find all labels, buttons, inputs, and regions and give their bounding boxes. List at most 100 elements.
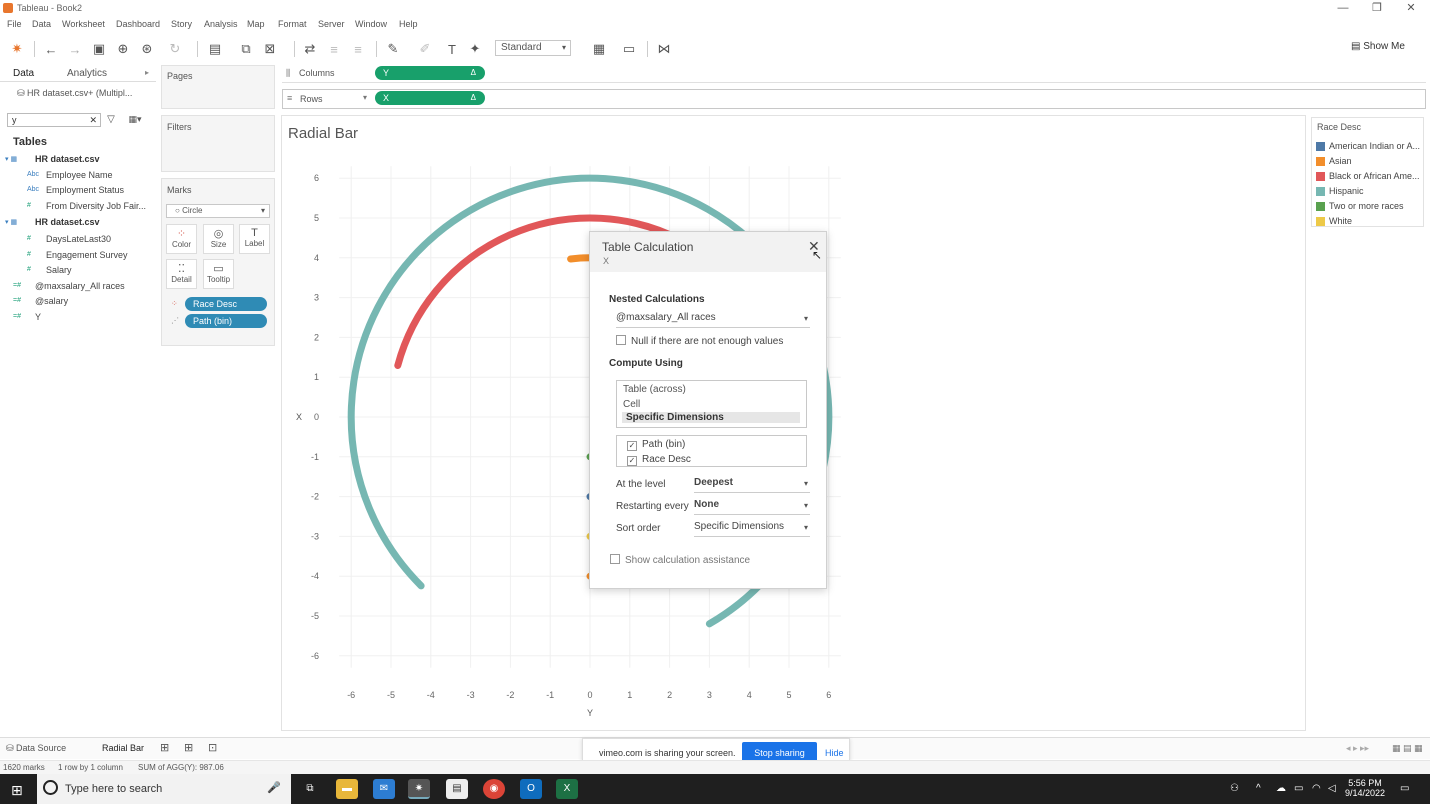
field-item[interactable]: =# Y — [0, 310, 156, 325]
notepad-icon[interactable]: ▤ — [446, 779, 468, 799]
legend-item[interactable]: Black or African Ame... — [1316, 170, 1422, 184]
minimize-button[interactable]: — — [1328, 1, 1358, 15]
outlook-icon[interactable]: O — [520, 779, 542, 799]
share-icon[interactable]: ⋈ — [655, 40, 673, 58]
menu-map[interactable]: Map — [247, 19, 265, 29]
windows-start-icon[interactable]: ⊞ — [11, 782, 23, 799]
pages-card[interactable]: Pages — [161, 65, 275, 109]
tab-data[interactable]: Data — [13, 68, 34, 79]
new-dashboard-tab-icon[interactable]: ⊞ — [184, 741, 193, 754]
microphone-icon[interactable]: 🎤 — [267, 781, 281, 794]
tab-navigation-icons[interactable]: ◂ ▸ ▸▸ — [1346, 743, 1369, 754]
field-search-input[interactable]: y ✕ — [7, 113, 101, 127]
save-icon[interactable]: ▣ — [90, 40, 108, 58]
fit-select[interactable]: Standard ▾ — [495, 40, 571, 56]
wifi-icon[interactable]: ◠ — [1312, 783, 1321, 794]
menu-dashboard[interactable]: Dashboard — [116, 19, 160, 29]
presentation-mode-icon[interactable]: ▭ — [620, 40, 638, 58]
chrome-icon[interactable]: ◉ — [483, 779, 505, 799]
new-worksheet-icon[interactable]: ▤ — [206, 40, 224, 58]
network-icon[interactable]: ☁ — [1276, 783, 1286, 794]
dimension-path-bin-checkbox[interactable]: ✓ Path (bin) — [627, 439, 685, 451]
menu-window[interactable]: Window — [355, 19, 387, 29]
sort-ascending-icon[interactable]: ≡ — [325, 40, 343, 58]
color-button[interactable]: ⁘ Color — [166, 224, 197, 254]
field-item[interactable]: =# @maxsalary_All races — [0, 279, 156, 294]
taskbar-search[interactable]: Type here to search 🎤 — [37, 774, 291, 804]
columns-y-pill[interactable]: Y Δ — [375, 66, 485, 80]
redo-icon[interactable]: → — [66, 40, 84, 58]
new-story-tab-icon[interactable]: ⊡ — [208, 741, 217, 754]
menu-format[interactable]: Format — [278, 19, 307, 29]
field-item[interactable]: # From Diversity Job Fair... — [0, 199, 156, 214]
new-worksheet-tab-icon[interactable]: ⊞ — [160, 741, 169, 754]
at-level-select[interactable]: Deepest ▾ — [694, 477, 810, 493]
fix-axes-icon[interactable]: ✦ — [466, 40, 484, 58]
label-button[interactable]: T Label — [239, 224, 270, 254]
menu-analysis[interactable]: Analysis — [204, 19, 238, 29]
menu-data[interactable]: Data — [32, 19, 51, 29]
table-node[interactable]: ▾ ▦ HR dataset.csv — [0, 152, 156, 167]
field-item[interactable]: # Salary — [0, 263, 156, 278]
file-explorer-icon[interactable]: ▬ — [336, 779, 358, 799]
field-item[interactable]: =# @salary — [0, 294, 156, 309]
clear-sheet-icon[interactable]: ⊠ — [261, 40, 279, 58]
menu-story[interactable]: Story — [171, 19, 192, 29]
menu-worksheet[interactable]: Worksheet — [62, 19, 105, 29]
legend-item[interactable]: Hispanic — [1316, 185, 1422, 199]
field-item[interactable]: Abc Employment Status — [0, 183, 156, 198]
mail-icon[interactable]: ✉ — [373, 779, 395, 799]
detail-button[interactable]: ⁚⁚ Detail — [166, 259, 197, 289]
excel-icon[interactable]: X — [556, 779, 578, 799]
legend-item[interactable]: Asian — [1316, 155, 1422, 169]
battery-icon[interactable]: ▭ — [1294, 783, 1303, 794]
view-toggle-icons[interactable]: ▦ ▤ ▦ — [1392, 743, 1423, 754]
rows-x-pill[interactable]: X Δ — [375, 91, 485, 105]
restore-button[interactable]: ❐ — [1362, 1, 1392, 15]
null-checkbox[interactable]: Null if there are not enough values — [616, 335, 783, 347]
field-item[interactable]: # Engagement Survey — [0, 248, 156, 263]
task-view-icon[interactable]: ⧉ — [299, 779, 321, 799]
table-node[interactable]: ▾ ▦ HR dataset.csv — [0, 215, 156, 230]
tableau-logo-icon[interactable]: ✷ — [8, 40, 26, 58]
hide-share-button[interactable]: Hide — [825, 748, 844, 758]
clear-search-icon[interactable]: ✕ — [89, 114, 97, 126]
field-item[interactable]: Abc Employee Name — [0, 168, 156, 183]
compute-option-cell[interactable]: Cell — [623, 399, 640, 410]
view-options-icon[interactable]: ▦▾ — [124, 112, 146, 126]
show-mark-labels-icon[interactable]: T — [443, 40, 461, 58]
tab-analytics[interactable]: Analytics — [67, 68, 107, 79]
show-cards-icon[interactable]: ▦ — [590, 40, 608, 58]
show-calculation-assistance-checkbox[interactable]: Show calculation assistance — [610, 554, 750, 566]
filters-card[interactable]: Filters — [161, 115, 275, 172]
people-icon[interactable]: ⚇ — [1230, 783, 1239, 794]
refresh-icon[interactable]: ↻ — [166, 40, 184, 58]
tableau-taskbar-icon[interactable]: ✷ — [408, 779, 430, 799]
menu-file[interactable]: File — [7, 19, 22, 29]
radial-bar-tab[interactable]: Radial Bar — [102, 743, 144, 753]
legend-item[interactable]: Two or more races — [1316, 200, 1422, 214]
path-bin-pill[interactable]: Path (bin) — [185, 314, 267, 328]
group-members-icon[interactable]: ✐ — [416, 40, 434, 58]
show-me-button[interactable]: ▤ Show Me — [1351, 41, 1405, 52]
filter-icon[interactable]: ▽ — [104, 112, 118, 126]
notifications-icon[interactable]: ▭ — [1400, 783, 1409, 794]
close-window-button[interactable]: ✕ — [1396, 1, 1426, 15]
size-button[interactable]: ◎ Size — [203, 224, 234, 254]
sort-order-select[interactable]: Specific Dimensions ▾ — [694, 521, 810, 537]
pause-updates-icon[interactable]: ⊛ — [138, 40, 156, 58]
nested-calculation-select[interactable]: @maxsalary_All races ▾ — [616, 312, 810, 328]
sort-descending-icon[interactable]: ≡ — [349, 40, 367, 58]
mark-type-select[interactable]: ○ Circle ▾ — [166, 204, 270, 218]
swap-rows-columns-icon[interactable]: ⇄ — [301, 40, 319, 58]
highlight-icon[interactable]: ✎ — [384, 40, 402, 58]
compute-option-table-across[interactable]: Table (across) — [623, 384, 686, 395]
undo-icon[interactable]: ← — [42, 40, 60, 58]
race-desc-pill[interactable]: Race Desc — [185, 297, 267, 311]
volume-icon[interactable]: ◁ — [1328, 783, 1336, 794]
menu-server[interactable]: Server — [318, 19, 345, 29]
taskbar-clock[interactable]: 5:56 PM 9/14/2022 — [1340, 778, 1390, 798]
data-source-tab[interactable]: ⛁ Data Source — [6, 743, 66, 754]
pane-menu-icon[interactable]: ▸ — [145, 68, 149, 77]
tray-chevron-icon[interactable]: ^ — [1256, 783, 1261, 794]
